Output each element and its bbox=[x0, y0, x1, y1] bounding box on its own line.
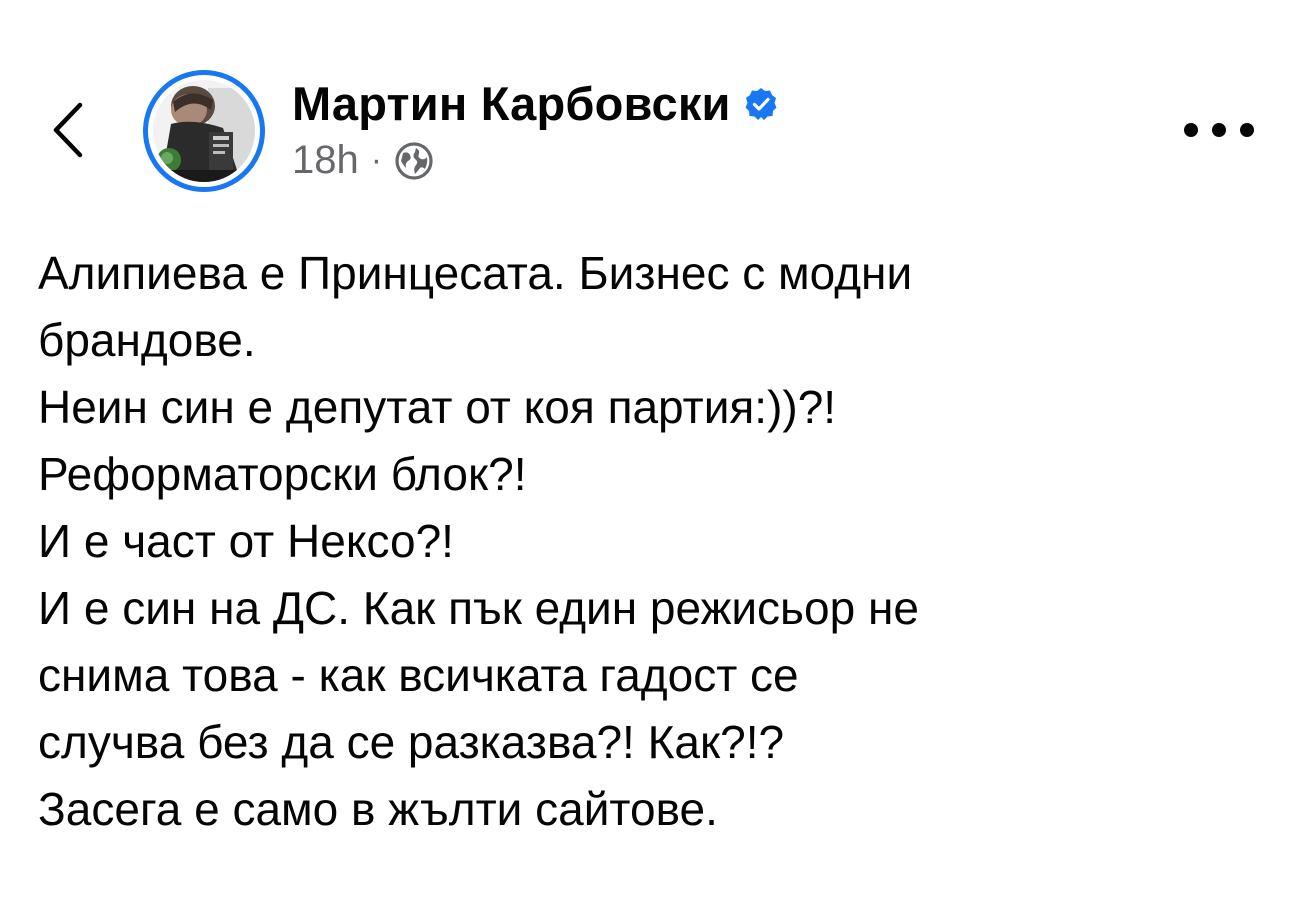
post-line: Алипиева е Принцесата. Бизнес с модни bbox=[38, 247, 913, 299]
more-options-button[interactable] bbox=[1184, 112, 1254, 148]
more-dot bbox=[1212, 123, 1226, 137]
more-dot bbox=[1240, 123, 1254, 137]
post-line: Засега е само в жълти сайтове. bbox=[38, 783, 718, 835]
timestamp[interactable]: 18h bbox=[292, 138, 359, 183]
post-line: Реформаторски блок?! bbox=[38, 448, 527, 500]
post-line: случва без да се разказва?! Как?!? bbox=[38, 716, 785, 768]
avatar-photo bbox=[153, 80, 255, 182]
post-line: Неин син е депутат от коя партия:))?! bbox=[38, 381, 837, 433]
author-name: Мартин Карбовски bbox=[292, 77, 731, 130]
author-link[interactable]: Мартин Карбовски bbox=[292, 76, 779, 131]
post-line: И е част от Нексо?! bbox=[38, 515, 454, 567]
avatar[interactable] bbox=[143, 70, 265, 192]
post-header: Мартин Карбовски 18h · bbox=[0, 0, 1290, 210]
back-button[interactable] bbox=[40, 92, 96, 168]
post-line: И е син на ДС. Как пък един режисьор не bbox=[38, 582, 919, 634]
post-line: брандове. bbox=[38, 314, 256, 366]
verified-badge-icon bbox=[743, 86, 779, 122]
globe-icon[interactable] bbox=[394, 141, 434, 181]
meta-separator: · bbox=[370, 141, 383, 179]
post-line: снима това - как всичката гадост се bbox=[38, 649, 799, 701]
post-text: Алипиева е Принцесата. Бизнес с модни бр… bbox=[38, 240, 1258, 843]
post-meta: 18h · bbox=[292, 138, 434, 183]
more-dot bbox=[1184, 123, 1198, 137]
chevron-left-icon bbox=[53, 102, 83, 158]
